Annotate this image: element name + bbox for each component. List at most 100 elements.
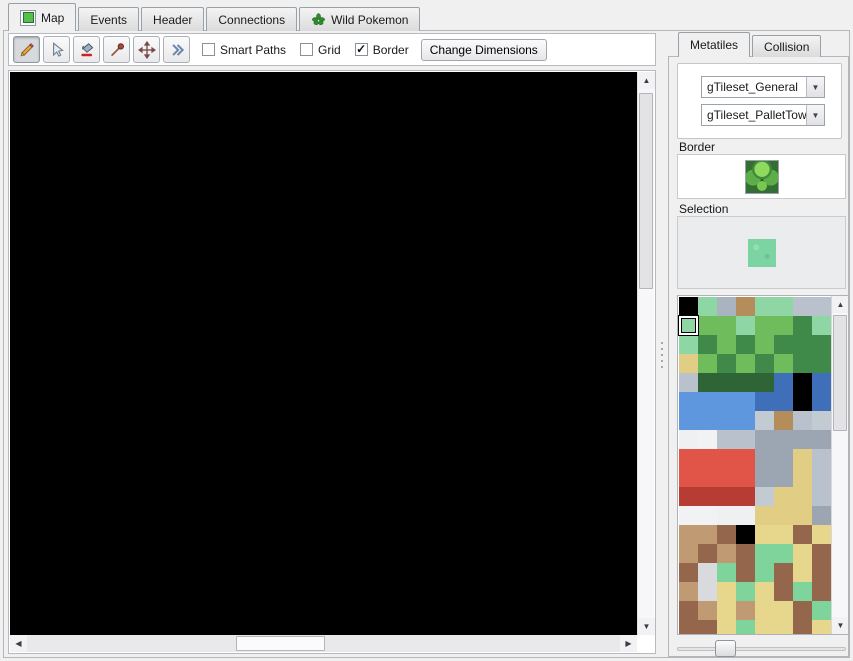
tileset-tile[interactable]: [736, 601, 755, 620]
tileset-tile[interactable]: [793, 487, 812, 506]
tileset-tile[interactable]: [698, 335, 717, 354]
change-dimensions-button[interactable]: Change Dimensions: [421, 39, 547, 61]
tileset-tile[interactable]: [679, 487, 698, 506]
scroll-right-button[interactable]: ▶: [620, 635, 637, 652]
tileset-tile[interactable]: [679, 430, 698, 449]
tileset-tile[interactable]: [812, 373, 831, 392]
tileset-tile[interactable]: [812, 544, 831, 563]
pencil-tool-button[interactable]: [13, 36, 40, 63]
tileset-tile[interactable]: [755, 335, 774, 354]
tileset-tile[interactable]: [812, 563, 831, 582]
tileset-tile[interactable]: [698, 354, 717, 373]
tileset-tile[interactable]: [755, 601, 774, 620]
map-vertical-scrollbar[interactable]: ▲ ▼: [637, 72, 654, 635]
tileset-tile[interactable]: [812, 582, 831, 601]
tileset-tile[interactable]: [812, 506, 831, 525]
tab-wild-pokemon[interactable]: Wild Pokemon: [299, 7, 420, 31]
tileset-tile[interactable]: [717, 354, 736, 373]
tileset-tile[interactable]: [812, 316, 831, 335]
shift-tool-button[interactable]: [163, 36, 190, 63]
tileset-tile[interactable]: [717, 506, 736, 525]
tileset-tile[interactable]: [736, 506, 755, 525]
tileset-tile[interactable]: [774, 335, 793, 354]
tileset-tile[interactable]: [793, 297, 812, 316]
tileset-scrollbar-thumb[interactable]: [833, 315, 847, 431]
scroll-up-button[interactable]: ▲: [832, 296, 849, 313]
tileset-tile[interactable]: [793, 430, 812, 449]
tileset-tile[interactable]: [717, 392, 736, 411]
checkbox-box[interactable]: [300, 43, 313, 56]
tileset-tile[interactable]: [793, 316, 812, 335]
move-tool-button[interactable]: [133, 36, 160, 63]
tileset-tile[interactable]: [812, 354, 831, 373]
tileset-tile[interactable]: [698, 601, 717, 620]
tileset-tile[interactable]: [812, 620, 831, 635]
tileset-tile[interactable]: [717, 601, 736, 620]
tileset-tile[interactable]: [736, 354, 755, 373]
tileset-tile[interactable]: [679, 544, 698, 563]
tileset-tile[interactable]: [812, 392, 831, 411]
tileset-tile[interactable]: [679, 620, 698, 635]
tileset-tile[interactable]: [793, 544, 812, 563]
tileset-tile[interactable]: [679, 563, 698, 582]
tileset-tile[interactable]: [755, 544, 774, 563]
slider-groove[interactable]: [677, 647, 846, 651]
tileset-vertical-scrollbar[interactable]: ▲ ▼: [831, 296, 848, 634]
tileset-tile[interactable]: [679, 297, 698, 316]
tab-connections[interactable]: Connections: [206, 7, 297, 31]
tileset-tile[interactable]: [698, 411, 717, 430]
cursor-tool-button[interactable]: [43, 36, 70, 63]
tileset-tile[interactable]: [679, 392, 698, 411]
tileset-tile[interactable]: [755, 468, 774, 487]
tileset-tile[interactable]: [717, 411, 736, 430]
tileset-tile[interactable]: [736, 316, 755, 335]
splitter-handle[interactable]: [659, 320, 665, 390]
tileset-tile[interactable]: [698, 373, 717, 392]
tileset-tile[interactable]: [736, 563, 755, 582]
tileset-tile[interactable]: [774, 373, 793, 392]
chevron-down-icon[interactable]: ▼: [806, 105, 824, 125]
tileset-tile[interactable]: [736, 373, 755, 392]
tileset-tile[interactable]: [812, 525, 831, 544]
scroll-left-button[interactable]: ◀: [10, 635, 27, 652]
tileset-tile[interactable]: [755, 354, 774, 373]
tileset-tile[interactable]: [717, 563, 736, 582]
tileset-tile[interactable]: [755, 373, 774, 392]
tileset-tile[interactable]: [774, 544, 793, 563]
horizontal-scrollbar-thumb[interactable]: [236, 636, 325, 651]
tileset-tile[interactable]: [812, 601, 831, 620]
bucket-fill-tool-button[interactable]: [73, 36, 100, 63]
scroll-down-button[interactable]: ▼: [832, 617, 849, 634]
tileset-tile[interactable]: [717, 544, 736, 563]
tileset-tile[interactable]: [717, 449, 736, 468]
tileset-tile[interactable]: [812, 335, 831, 354]
checkbox-smart-paths[interactable]: Smart Paths: [202, 43, 286, 57]
tileset-tile[interactable]: [774, 354, 793, 373]
tileset-tile[interactable]: [698, 392, 717, 411]
tileset-tile[interactable]: [679, 525, 698, 544]
tileset-tile[interactable]: [774, 297, 793, 316]
tileset-tile[interactable]: [717, 620, 736, 635]
tab-collision[interactable]: Collision: [752, 35, 821, 57]
tileset-tile[interactable]: [755, 411, 774, 430]
tileset-tile[interactable]: [774, 430, 793, 449]
tileset-tile[interactable]: [793, 468, 812, 487]
tileset-tile[interactable]: [679, 335, 698, 354]
tileset-tile[interactable]: [717, 316, 736, 335]
tileset-tile[interactable]: [774, 468, 793, 487]
tileset-tile[interactable]: [793, 620, 812, 635]
tileset-tile[interactable]: [698, 468, 717, 487]
checkbox-border[interactable]: ✓Border: [355, 43, 409, 57]
tileset-tile[interactable]: [774, 392, 793, 411]
tileset-tile[interactable]: [679, 411, 698, 430]
tileset-tile[interactable]: [698, 506, 717, 525]
tileset-tile[interactable]: [793, 354, 812, 373]
tileset-tile[interactable]: [812, 468, 831, 487]
tileset-tile[interactable]: [679, 601, 698, 620]
tileset-tile[interactable]: [679, 582, 698, 601]
chevron-down-icon[interactable]: ▼: [806, 77, 824, 97]
tileset-tile[interactable]: [774, 582, 793, 601]
scroll-down-button[interactable]: ▼: [638, 618, 655, 635]
tileset-tile[interactable]: [717, 582, 736, 601]
tileset-tile[interactable]: [698, 449, 717, 468]
